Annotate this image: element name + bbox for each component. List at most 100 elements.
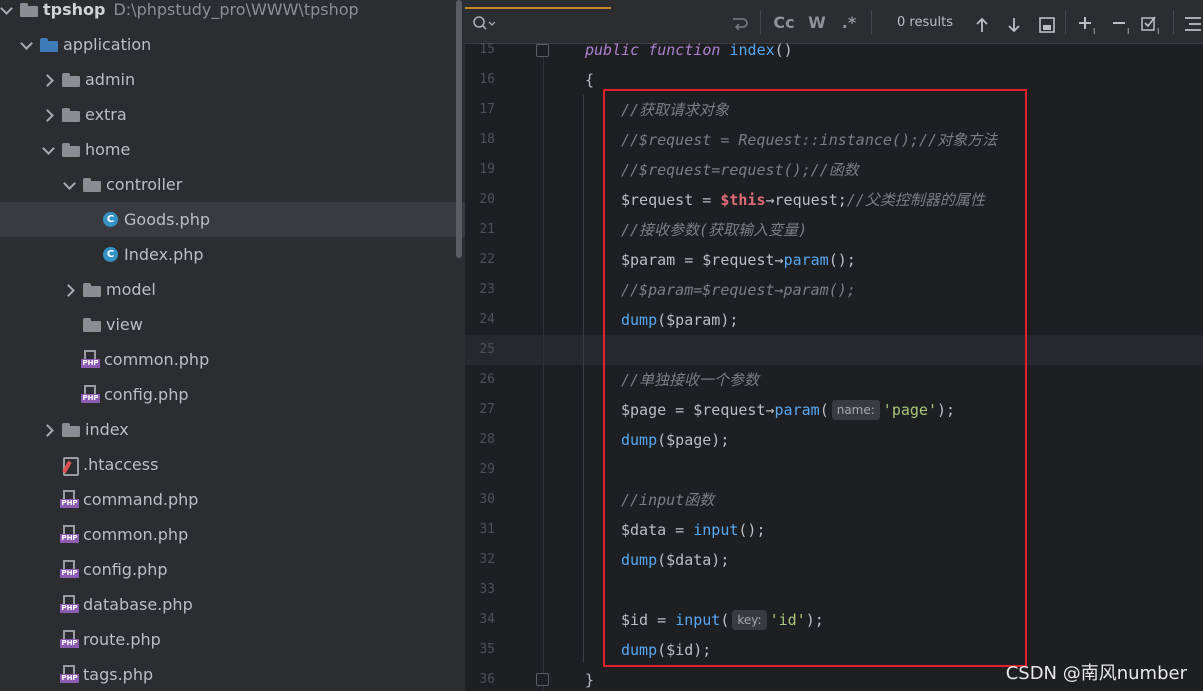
chevron-down-icon[interactable] xyxy=(63,179,75,191)
watermark: CSDN @南风number xyxy=(1005,663,1187,684)
tree-item-command-php[interactable]: PHP command.php xyxy=(0,482,465,517)
php-file-icon: PHP xyxy=(60,490,79,509)
tree-item-label: extra xyxy=(85,105,127,124)
svg-text:I: I xyxy=(1093,27,1095,35)
tree-item-tags-php[interactable]: PHP tags.php xyxy=(0,657,465,691)
php-file-icon: PHP xyxy=(60,525,79,544)
folder-icon xyxy=(83,317,101,332)
line-number: 17 xyxy=(479,102,495,117)
add-occurrence-icon[interactable]: I xyxy=(1077,15,1101,35)
fold-toggle-icon[interactable] xyxy=(536,44,549,57)
tree-item-index-php[interactable]: C Index.php xyxy=(0,237,465,272)
php-class-icon: C xyxy=(103,212,118,227)
find-input[interactable] xyxy=(465,0,611,9)
tree-item-label: common.php xyxy=(104,350,210,369)
indent-guide xyxy=(583,95,584,663)
line-number: 22 xyxy=(479,252,495,267)
fold-toggle-icon[interactable] xyxy=(536,673,549,686)
project-path: D:\phpstudy_pro\WWW\tpshop xyxy=(113,0,359,19)
tree-item-admin[interactable]: admin xyxy=(0,62,465,97)
tree-item-view[interactable]: view xyxy=(0,307,465,342)
tree-item-label: application xyxy=(63,35,152,54)
tree-scrollbar[interactable] xyxy=(456,0,462,258)
search-icon[interactable] xyxy=(473,16,495,32)
tree-item-label: tags.php xyxy=(83,665,154,684)
tree-item-application[interactable]: application xyxy=(0,27,465,62)
chevron-down-icon[interactable] xyxy=(20,39,32,51)
code-text: } xyxy=(585,671,595,689)
tree-item-htaccess[interactable]: .htaccess xyxy=(0,447,465,482)
tree-item-label: controller xyxy=(106,175,183,194)
line-number: 23 xyxy=(479,282,495,297)
gutter-divider xyxy=(543,44,544,691)
tree-item-label: route.php xyxy=(83,630,161,649)
code-line[interactable]: public function index() xyxy=(585,35,793,65)
line-number: 36 xyxy=(479,672,495,687)
folder-icon xyxy=(83,282,101,297)
tree-item-home[interactable]: home xyxy=(0,132,465,167)
tree-item-route-php[interactable]: PHP route.php xyxy=(0,622,465,657)
tree-item-index[interactable]: index xyxy=(0,412,465,447)
chevron-right-icon[interactable] xyxy=(42,109,54,121)
tree-item-label: Goods.php xyxy=(124,210,211,229)
arrow-down-icon[interactable] xyxy=(1007,17,1021,33)
tree-item-config-php[interactable]: PHP config.php xyxy=(0,377,465,412)
php-file-icon: PHP xyxy=(60,560,79,579)
tree-item-label: admin xyxy=(85,70,136,89)
tree-item-common-php[interactable]: PHP common.php xyxy=(0,342,465,377)
tree-item-label: model xyxy=(106,280,156,299)
line-number: 15 xyxy=(479,42,495,57)
folder-icon xyxy=(20,2,38,17)
php-file-icon: PHP xyxy=(60,595,79,614)
separator xyxy=(871,10,872,34)
php-file-icon: PHP xyxy=(81,385,100,404)
chevron-down-icon[interactable] xyxy=(0,4,12,16)
tree-item-label: command.php xyxy=(83,490,199,509)
remove-occurrence-icon[interactable]: I xyxy=(1111,15,1135,35)
tree-item-database-php[interactable]: PHP database.php xyxy=(0,587,465,622)
keyword: function xyxy=(648,41,721,59)
code-text: { xyxy=(585,71,595,89)
line-number: 30 xyxy=(479,492,495,507)
line-number: 16 xyxy=(479,72,495,87)
php-file-icon: PHP xyxy=(81,350,100,369)
line-number: 26 xyxy=(479,372,495,387)
filter-icon[interactable] xyxy=(1183,16,1203,34)
code-line[interactable]: { xyxy=(585,65,594,95)
svg-text:I: I xyxy=(1127,27,1129,35)
code-line[interactable]: } xyxy=(585,665,594,691)
in-selection-icon[interactable] xyxy=(1039,17,1055,33)
separator xyxy=(1065,10,1066,34)
tree-item-label: config.php xyxy=(104,385,189,404)
regex-button[interactable]: .* xyxy=(837,12,861,34)
select-all-occurrences-icon[interactable]: I xyxy=(1141,15,1165,35)
match-case-button[interactable]: Cc xyxy=(772,12,796,34)
line-number: 35 xyxy=(479,642,495,657)
whole-words-button[interactable]: W xyxy=(806,12,828,34)
chevron-right-icon[interactable] xyxy=(42,424,54,436)
folder-icon xyxy=(62,422,80,437)
tree-root-tpshop[interactable]: tpshop D:\phpstudy_pro\WWW\tpshop xyxy=(0,0,465,27)
tree-item-model[interactable]: model xyxy=(0,272,465,307)
tree-item-extra[interactable]: extra xyxy=(0,97,465,132)
chevron-right-icon[interactable] xyxy=(63,284,75,296)
tree-item-controller[interactable]: controller xyxy=(0,167,465,202)
php-class-icon: C xyxy=(103,247,118,262)
tree-item-common-php-root[interactable]: PHP common.php xyxy=(0,517,465,552)
tree-item-goods-php[interactable]: C Goods.php xyxy=(0,202,465,237)
replace-icon[interactable] xyxy=(731,16,749,30)
line-number: 18 xyxy=(479,132,495,147)
results-count: 0 results xyxy=(897,15,953,30)
folder-icon xyxy=(83,177,101,192)
arrow-up-icon[interactable] xyxy=(975,17,989,33)
keyword: public xyxy=(585,41,640,59)
chevron-down-icon[interactable] xyxy=(42,144,54,156)
line-number: 27 xyxy=(479,402,495,417)
chevron-right-icon[interactable] xyxy=(42,74,54,86)
line-number: 32 xyxy=(479,552,495,567)
tree-item-label: .htaccess xyxy=(83,455,159,474)
line-number: 21 xyxy=(479,222,495,237)
tree-item-config-php-root[interactable]: PHP config.php xyxy=(0,552,465,587)
tree-item-label: home xyxy=(85,140,131,159)
line-number: 31 xyxy=(479,522,495,537)
